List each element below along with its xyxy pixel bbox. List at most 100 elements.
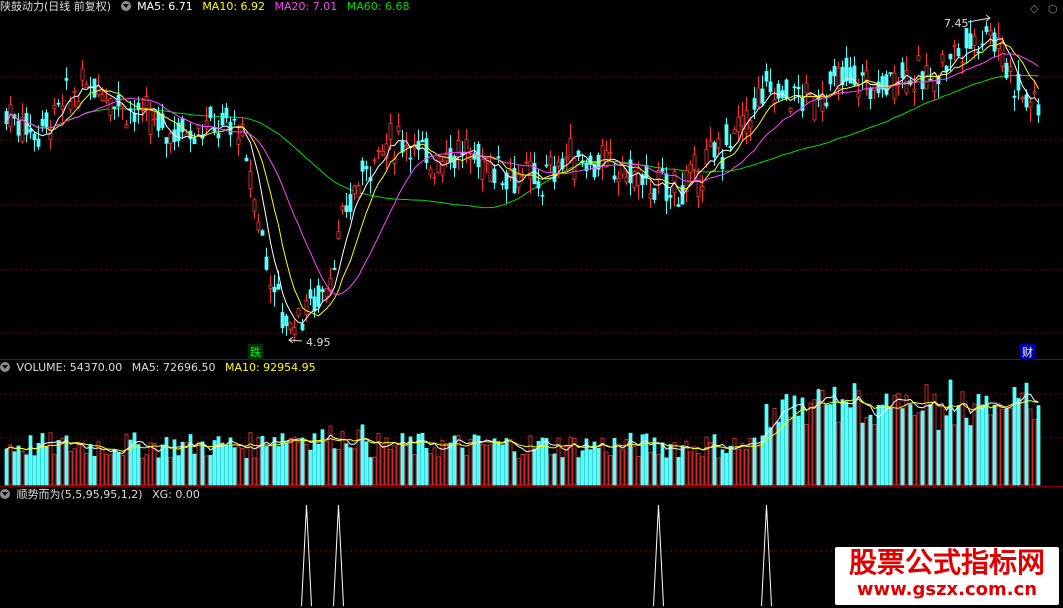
candle-body bbox=[1012, 95, 1017, 98]
volume-bar bbox=[1004, 408, 1009, 486]
candle-body bbox=[288, 322, 293, 330]
candle-body bbox=[320, 288, 325, 293]
volume-bar bbox=[968, 425, 973, 486]
volume-bar bbox=[384, 437, 389, 486]
chart-canvas[interactable] bbox=[0, 0, 1063, 608]
xg-signal-spike bbox=[301, 504, 312, 607]
candle-body bbox=[564, 157, 569, 160]
stock-title[interactable]: 陕鼓动力(日线 前复权) bbox=[0, 0, 111, 13]
candle-body bbox=[308, 289, 313, 299]
volume-bar bbox=[488, 444, 493, 486]
candle-body bbox=[192, 138, 197, 145]
candle-body bbox=[732, 128, 737, 134]
volume-bar bbox=[1012, 387, 1017, 486]
volume-indicator-separator bbox=[0, 486, 1063, 487]
volume-bar bbox=[108, 454, 113, 486]
candle-body bbox=[80, 68, 85, 81]
volume-bar bbox=[508, 439, 513, 486]
volume-bar bbox=[344, 443, 349, 486]
candle-body bbox=[44, 112, 49, 128]
volume-bar bbox=[356, 429, 361, 486]
close-icon[interactable]: ○ bbox=[1048, 2, 1058, 15]
volume-bar bbox=[364, 441, 369, 486]
candle-body bbox=[984, 26, 989, 33]
volume-bar bbox=[156, 457, 161, 486]
candle-body bbox=[376, 150, 381, 152]
candle-body bbox=[676, 204, 681, 207]
ma60-line bbox=[6, 74, 1039, 209]
candle-body bbox=[364, 166, 369, 170]
diamond-icon[interactable]: ◇ bbox=[1030, 2, 1038, 15]
volume-bar bbox=[728, 445, 733, 486]
event-marker-cai[interactable]: 财 bbox=[1020, 344, 1035, 360]
candle-body bbox=[756, 87, 761, 107]
candle-body bbox=[304, 300, 309, 315]
candle-body bbox=[740, 115, 745, 127]
candle-body bbox=[940, 54, 945, 63]
volume-bar bbox=[116, 452, 121, 486]
volume-bar bbox=[72, 448, 77, 486]
candle-body bbox=[272, 286, 277, 293]
candle-body bbox=[708, 140, 713, 147]
candle-body bbox=[448, 148, 453, 163]
volume-bar bbox=[704, 436, 709, 486]
volume-bar bbox=[396, 443, 401, 486]
candle-body bbox=[928, 78, 933, 81]
volume-bar bbox=[192, 453, 197, 486]
volume-bar bbox=[608, 455, 613, 486]
candle-body bbox=[768, 81, 773, 93]
volume-bar bbox=[872, 423, 877, 486]
volume-bar bbox=[480, 443, 485, 486]
volume-bar bbox=[248, 432, 253, 486]
candle-body bbox=[276, 283, 281, 290]
volume-bar bbox=[520, 454, 525, 486]
candle-body bbox=[372, 159, 377, 162]
volume-bar bbox=[496, 441, 501, 486]
candle-body bbox=[72, 90, 77, 93]
candle-body bbox=[548, 156, 553, 166]
ma5-label: MA5: 6.71 bbox=[137, 0, 193, 13]
dropdown-icon[interactable] bbox=[0, 489, 10, 499]
volume-bar bbox=[792, 395, 797, 486]
candle-body bbox=[168, 133, 173, 144]
high-price-label: 7.45 bbox=[944, 17, 969, 30]
candle-body bbox=[252, 199, 257, 212]
candle-body bbox=[36, 138, 41, 147]
candle-body bbox=[748, 120, 753, 129]
dropdown-icon[interactable] bbox=[0, 362, 10, 372]
volume-bar bbox=[828, 404, 833, 486]
volume-bar bbox=[484, 444, 489, 486]
volume-bar bbox=[60, 437, 65, 486]
volume-bar bbox=[532, 448, 537, 486]
volume-bar bbox=[168, 456, 173, 486]
volume-bar bbox=[576, 457, 581, 486]
dropdown-icon[interactable] bbox=[120, 1, 131, 11]
candle-body bbox=[972, 35, 977, 46]
volume-bar bbox=[352, 448, 357, 486]
candle-body bbox=[380, 150, 385, 156]
volume-bar bbox=[772, 408, 777, 486]
candle-body bbox=[256, 221, 261, 231]
candle-body bbox=[348, 194, 353, 212]
volume-bar bbox=[256, 437, 261, 486]
xg-signal-spike bbox=[653, 504, 664, 607]
volume-bar bbox=[24, 454, 29, 486]
candle-body bbox=[244, 157, 249, 162]
watermark-url: www.gszx.com.cn bbox=[856, 579, 1038, 600]
volume-bar bbox=[752, 437, 757, 486]
volume-bar bbox=[1008, 407, 1013, 486]
volume-bar bbox=[468, 439, 473, 486]
volume-bar bbox=[552, 453, 557, 486]
candle-body bbox=[968, 33, 973, 50]
candle-body bbox=[824, 102, 829, 107]
volume-bar bbox=[500, 444, 505, 486]
event-marker-die[interactable]: 跌 bbox=[248, 344, 263, 360]
volume-bar bbox=[504, 438, 509, 486]
candle-body bbox=[52, 105, 57, 109]
candle-body bbox=[268, 284, 273, 290]
volume-bar bbox=[140, 457, 145, 486]
candle-body bbox=[796, 86, 801, 90]
volume-bar bbox=[680, 445, 685, 486]
candle-body bbox=[28, 128, 33, 133]
volume-bar bbox=[236, 446, 241, 486]
